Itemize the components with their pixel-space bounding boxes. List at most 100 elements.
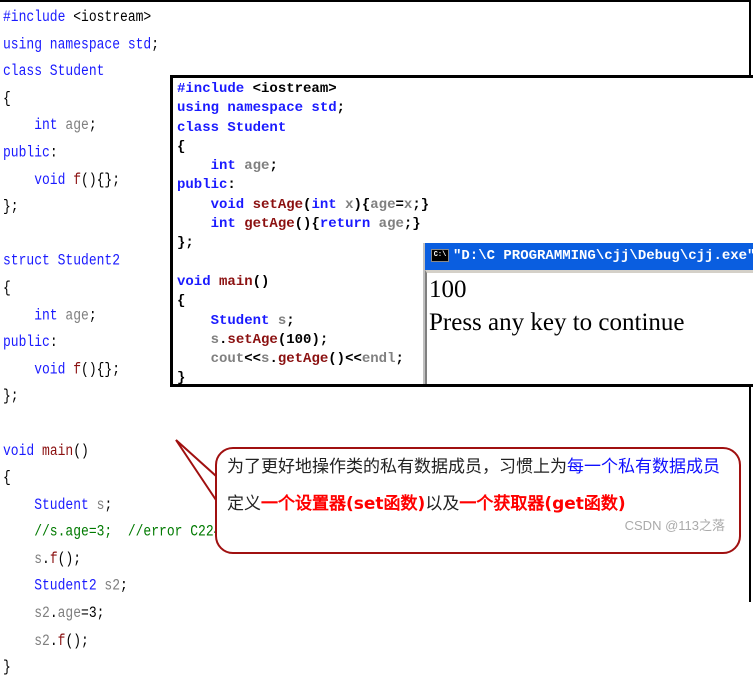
code-token: :	[49, 332, 58, 351]
code-line: void main()	[177, 273, 429, 292]
code-line: #include <iostream>	[177, 80, 429, 99]
code-line: }	[3, 655, 744, 682]
console-icon: C:\	[431, 248, 449, 262]
code-line: #include <iostream>	[3, 4, 744, 31]
code-line: int getAge(){return age;}	[177, 215, 429, 234]
code-token: ;	[104, 495, 113, 514]
code-token: (){};	[81, 170, 121, 189]
callout-text: 一个设置器(set函数)	[261, 494, 426, 514]
console-title: "D:\C PROGRAMMING\cjj\Debug\cjj.exe"	[453, 248, 753, 264]
code-token: f	[73, 170, 82, 189]
code-token: ;	[395, 351, 404, 368]
code-token: void	[3, 441, 43, 460]
code-token: =	[395, 196, 404, 213]
code-token: <iostream>	[73, 7, 152, 26]
console-window: C:\ "D:\C PROGRAMMING\cjj\Debug\cjj.exe" …	[423, 243, 753, 384]
code-token: void	[177, 273, 220, 290]
code-token: age	[65, 305, 89, 324]
code-token: ;	[88, 305, 97, 324]
code-token: setAge	[227, 331, 278, 348]
callout-text: 定义	[227, 494, 261, 514]
console-line: 100	[429, 276, 467, 303]
code-token: .	[269, 351, 278, 368]
code-token: (){	[294, 216, 320, 233]
code-token: };	[177, 235, 194, 252]
code-token: }	[3, 658, 11, 677]
code-line: class Student	[177, 119, 429, 138]
code-token: ;	[269, 158, 278, 175]
code-token: main	[42, 441, 74, 460]
inner-code: #include <iostream> using namespace std; c…	[177, 80, 429, 387]
code-line: int age;	[177, 157, 429, 176]
code-token: {	[3, 468, 11, 487]
code-token: }	[177, 370, 186, 387]
code-token: struct Student2	[3, 251, 121, 270]
code-token: {	[3, 278, 11, 297]
code-token: ();	[65, 631, 89, 650]
code-token: using namespace std	[3, 34, 152, 53]
code-token: s	[277, 312, 287, 329]
code-token: };	[3, 197, 19, 216]
callout-note: 为了更好地操作类的私有数据成员，习惯上为每一个私有数据成员定义一个设置器(set…	[215, 447, 741, 554]
code-token: f	[49, 549, 58, 568]
code-token: int	[177, 216, 245, 233]
code-token: {	[3, 88, 11, 107]
code-token: public	[3, 143, 50, 162]
code-token: using namespace std	[177, 100, 337, 117]
code-token: ();	[57, 549, 82, 568]
code-line: s.setAge(100);	[177, 331, 429, 350]
console-line: Press any key to continue	[429, 309, 685, 336]
code-token: <iostream>	[252, 81, 337, 97]
code-token: class Student	[3, 61, 105, 80]
code-token: <<	[244, 351, 262, 368]
code-token: ()<<	[328, 351, 362, 368]
code-token: Student2	[3, 576, 105, 595]
code-token: int	[3, 305, 66, 324]
code-token: =3;	[81, 604, 105, 623]
watermark: CSDN @113之落	[624, 518, 725, 533]
code-line: {	[177, 292, 429, 311]
callout-text: 一个获取器(get函数)	[459, 494, 626, 514]
code-token: endl	[361, 351, 396, 368]
code-token: {	[177, 293, 186, 310]
code-token: f	[57, 631, 66, 650]
code-token: cout	[177, 351, 245, 368]
code-token: s2	[104, 576, 121, 595]
code-line: s2.age=3;	[3, 600, 744, 627]
code-line: s2.f();	[3, 628, 744, 655]
code-line: {	[177, 138, 429, 157]
code-token: :	[49, 143, 58, 162]
code-token: ;}	[403, 216, 421, 233]
code-token: void	[177, 196, 253, 213]
code-token: .	[42, 549, 50, 568]
code-token: .	[49, 631, 58, 650]
code-line: using namespace std;	[177, 99, 429, 118]
code-token: age	[370, 196, 396, 213]
code-token: ()	[73, 441, 89, 460]
code-token: main	[219, 273, 253, 290]
code-token: :	[227, 177, 236, 194]
code-token: (){};	[81, 360, 121, 379]
code-line: Student s;	[177, 312, 429, 331]
code-token: {	[177, 138, 186, 155]
code-token: ;	[286, 312, 295, 329]
console-title-bar[interactable]: C:\ "D:\C PROGRAMMING\cjj\Debug\cjj.exe"	[425, 243, 753, 270]
code-line: };	[177, 234, 429, 253]
code-line: cout<<s.getAge()<<endl;	[177, 350, 429, 369]
code-token: public	[177, 177, 228, 194]
code-token: s2	[3, 631, 50, 650]
code-line: }	[177, 369, 429, 387]
code-token: .	[49, 604, 58, 623]
code-token: ()	[252, 273, 270, 290]
code-token: ;	[120, 576, 128, 595]
code-line: Student2 s2;	[3, 573, 744, 600]
callout-text: 以及	[425, 494, 460, 514]
code-token: public	[3, 332, 50, 351]
code-token: ;	[88, 116, 97, 135]
code-token: ){	[353, 196, 371, 213]
code-token: #include	[177, 81, 253, 97]
code-token: int	[3, 116, 66, 135]
code-token: s	[3, 549, 43, 568]
